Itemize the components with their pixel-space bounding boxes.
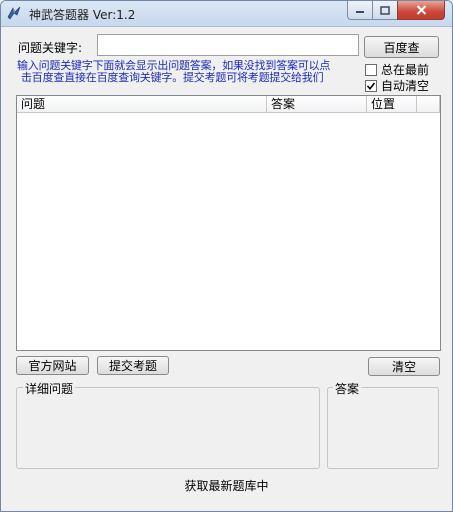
detail-answer-group — [327, 387, 439, 469]
hint-line-2: 击百度查直接在百度查询关键字。提交考题可将考题提交给我们 — [21, 71, 324, 84]
detail-answer-group-label: 答案 — [333, 380, 362, 397]
results-table-header: 问题 答案 位置 — [17, 96, 440, 113]
app-bird-icon — [7, 6, 21, 20]
auto-clear-box[interactable] — [365, 79, 377, 92]
keyword-label: 问题关键字: — [18, 41, 83, 55]
minimize-icon — [356, 11, 364, 13]
minimize-button[interactable] — [347, 1, 373, 20]
column-answer[interactable]: 答案 — [267, 96, 367, 113]
column-question[interactable]: 问题 — [17, 96, 267, 113]
status-text: 获取最新题库中 — [184, 479, 269, 493]
official-site-button[interactable]: 官方网站 — [16, 356, 89, 375]
results-table[interactable]: 问题 答案 位置 — [16, 95, 441, 351]
baidu-search-button[interactable]: 百度查 — [364, 36, 439, 58]
detail-question-text[interactable] — [21, 396, 315, 466]
app-window: 神武答题器 Ver:1.2 问题关键字: 百度查 输入问题关键字下面就会显示出问… — [0, 0, 453, 512]
auto-clear-label: 自动清空 — [381, 79, 430, 93]
always-on-top-checkbox[interactable]: 总在最前 — [365, 61, 429, 78]
detail-question-group — [16, 387, 320, 469]
always-on-top-box[interactable] — [365, 63, 377, 76]
keyword-input[interactable] — [97, 34, 359, 56]
maximize-button[interactable] — [372, 1, 398, 20]
column-position[interactable]: 位置 — [367, 96, 417, 113]
close-icon — [416, 5, 426, 15]
maximize-icon — [380, 5, 390, 15]
title-bar[interactable]: 神武答题器 Ver:1.2 — [1, 1, 452, 27]
always-on-top-label: 总在最前 — [381, 63, 430, 77]
close-button[interactable] — [397, 1, 445, 20]
window-title: 神武答题器 Ver:1.2 — [29, 8, 136, 22]
auto-clear-checkbox[interactable]: 自动清空 — [365, 77, 429, 94]
detail-answer-text[interactable] — [332, 396, 434, 466]
detail-question-group-label: 详细问题 — [23, 380, 76, 397]
clear-button[interactable]: 清空 — [368, 357, 440, 376]
submit-question-button[interactable]: 提交考题 — [97, 356, 169, 375]
checkmark-icon — [366, 82, 376, 90]
column-filler — [417, 96, 440, 113]
